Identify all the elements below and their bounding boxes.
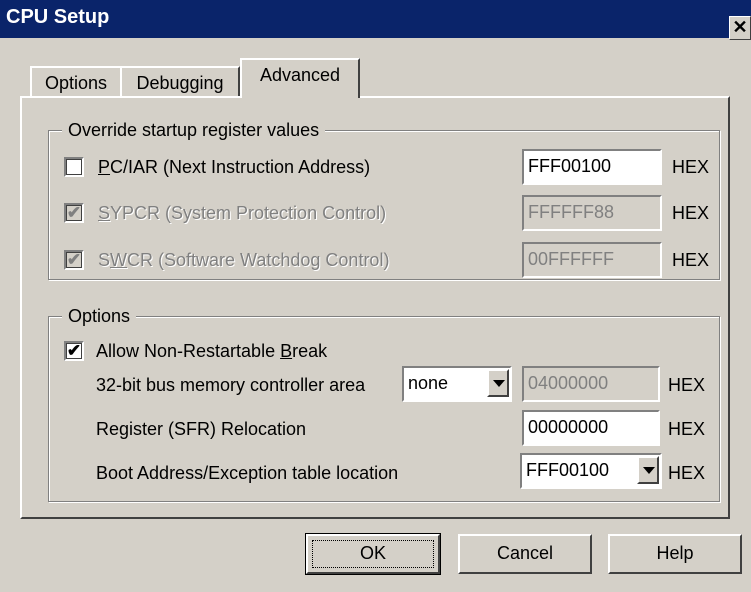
tab-debugging[interactable]: Debugging (120, 66, 240, 100)
tab-options[interactable]: Options (30, 66, 122, 100)
pc-iar-unit: HEX (672, 157, 710, 177)
boot-address-label: Boot Address/Exception table location (96, 463, 399, 483)
boot-address-select[interactable]: FFF00100 (520, 453, 662, 489)
chevron-down-icon[interactable] (637, 456, 659, 484)
checkmark-icon: ✔ (66, 341, 82, 360)
swcr-unit: HEX (672, 250, 710, 270)
swcr-label-text: CR (Software Watchdog Control) (127, 250, 390, 270)
pc-iar-checkbox[interactable] (64, 157, 84, 177)
ok-button[interactable]: OK (305, 533, 441, 575)
sfr-relocation-label: Register (SFR) Relocation (96, 419, 307, 439)
pc-iar-label: PC/IAR (Next Instruction Address) (98, 156, 370, 178)
sypcr-checkbox[interactable]: ✔ (64, 203, 84, 223)
close-icon: ✕ (732, 17, 748, 37)
sfr-relocation-unit: HEX (668, 419, 706, 439)
close-button[interactable]: ✕ (729, 16, 751, 40)
sypcr-accel: S (98, 203, 111, 223)
pc-iar-accel: P (98, 157, 111, 177)
help-button[interactable]: Help (608, 534, 742, 574)
title-bar[interactable]: CPU Setup ✕ (0, 0, 751, 40)
cancel-button[interactable]: Cancel (458, 534, 592, 574)
swcr-input: 00FFFFFF (522, 242, 662, 278)
checkmark-icon: ✔ (66, 203, 82, 222)
tab-advanced-label: Advanced (259, 65, 341, 85)
bus-area-input: 04000000 (522, 366, 660, 402)
tab-debugging-label: Debugging (136, 73, 224, 93)
chevron-down-icon[interactable] (487, 369, 509, 397)
override-group-legend: Override startup register values (62, 120, 326, 140)
sfr-relocation-input[interactable]: 00000000 (522, 410, 660, 446)
cpu-setup-dialog: CPU Setup ✕ Options Debugging Advanced O… (0, 0, 751, 592)
swcr-label: SWCR (Software Watchdog Control) (98, 249, 389, 271)
bus-area-select-value: none (408, 373, 449, 393)
tab-options-label: Options (44, 73, 108, 93)
swcr-checkbox[interactable]: ✔ (64, 250, 84, 270)
allow-break-label: Allow Non-Restartable Break (96, 340, 327, 362)
cancel-button-label: Cancel (496, 543, 554, 563)
sypcr-label: SYPCR (System Protection Control) (98, 202, 386, 224)
window-title: CPU Setup (6, 6, 110, 28)
allow-break-label-text: reak (292, 341, 328, 361)
boot-address-unit: HEX (668, 463, 706, 483)
allow-break-checkbox[interactable]: ✔ (64, 341, 84, 361)
swcr-label-prefix: S (98, 250, 111, 270)
swcr-accel: W (110, 250, 128, 270)
checkmark-icon: ✔ (66, 250, 82, 269)
help-button-label: Help (656, 543, 694, 563)
allow-break-accel: B (280, 341, 293, 361)
sypcr-label-text: YPCR (System Protection Control) (110, 203, 387, 223)
allow-break-label-prefix: Allow Non-Restartable (96, 341, 281, 361)
bus-area-select[interactable]: none (402, 366, 512, 402)
tab-advanced[interactable]: Advanced (240, 58, 360, 98)
pc-iar-label-text: C/IAR (Next Instruction Address) (110, 157, 371, 177)
options-group-legend: Options (62, 306, 137, 326)
bus-area-label: 32-bit bus memory controller area (96, 375, 366, 395)
pc-iar-input[interactable]: FFF00100 (522, 149, 662, 185)
sypcr-input: FFFFFF88 (522, 195, 662, 231)
focus-rect (312, 540, 434, 568)
boot-address-select-value: FFF00100 (526, 460, 610, 480)
sypcr-unit: HEX (672, 203, 710, 223)
bus-area-unit: HEX (668, 375, 706, 395)
